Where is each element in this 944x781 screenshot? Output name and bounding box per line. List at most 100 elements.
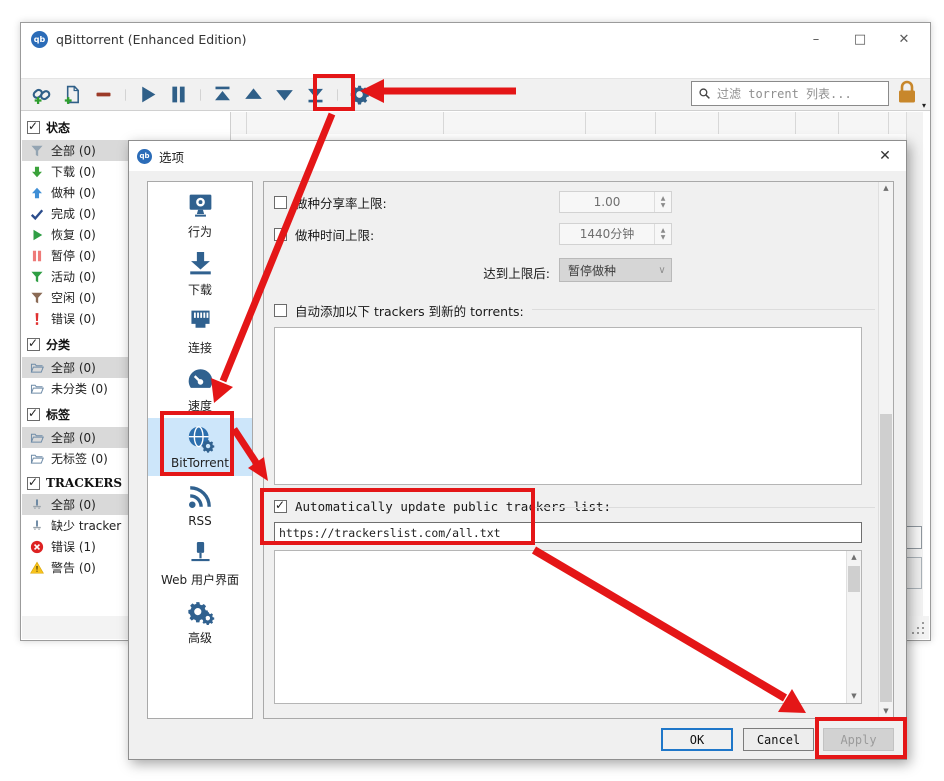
menu-item[interactable] xyxy=(95,65,117,69)
toolbar-icon[interactable] xyxy=(26,82,57,108)
limit-action-dropdown[interactable]: 暂停做种 ∨ xyxy=(559,258,672,282)
table-column-header[interactable] xyxy=(231,112,247,134)
options-nav-item[interactable]: Web 用户界面 xyxy=(148,534,252,592)
toolbar-icon[interactable] xyxy=(300,82,331,108)
categories-section-checkbox[interactable] xyxy=(27,338,40,351)
filter-item-label: 错误 (0) xyxy=(51,310,96,327)
seed-time-limit-row: 做种时间上限: xyxy=(274,225,374,244)
filter-item-label: 全部 (0) xyxy=(51,142,96,159)
table-column-header[interactable] xyxy=(444,112,586,134)
seed-ratio-spinbox[interactable]: 1.00 ▲▼ xyxy=(559,191,672,213)
qbittorrent-logo-icon: qb xyxy=(31,31,48,48)
scroll-down-icon[interactable]: ▼ xyxy=(879,705,893,718)
torrent-table-header xyxy=(231,112,923,135)
search-input[interactable]: 过滤 torrent 列表... xyxy=(691,81,889,106)
tracker-url-line xyxy=(281,665,841,693)
scrollbar-button[interactable] xyxy=(905,526,922,549)
table-column-header[interactable] xyxy=(796,112,839,134)
filter-item-label: 未分类 (0) xyxy=(51,380,108,397)
scroll-down-icon[interactable]: ▼ xyxy=(847,690,861,703)
auto-add-trackers-checkbox[interactable] xyxy=(274,304,287,317)
filter-item-label: 缺少 tracker xyxy=(51,517,121,534)
options-nav-item[interactable]: BitTorrent xyxy=(148,418,252,476)
trackers-list-url-input[interactable] xyxy=(274,522,862,543)
menu-item[interactable] xyxy=(117,65,139,69)
toolbar-icon[interactable] xyxy=(207,82,238,108)
settings-scrollbar[interactable]: ▲ ▼ xyxy=(878,182,893,718)
options-nav-item[interactable]: RSS xyxy=(148,476,252,534)
toolbar-icon[interactable] xyxy=(57,82,88,108)
tracker-url-line xyxy=(281,693,841,704)
filter-item-label: 下载 (0) xyxy=(51,163,96,180)
options-nav-item[interactable]: 高级 xyxy=(148,592,252,650)
table-column-header[interactable] xyxy=(247,112,444,134)
options-nav-item[interactable]: 连接 xyxy=(148,302,252,360)
spin-down-icon[interactable]: ▼ xyxy=(661,203,666,209)
cancel-button[interactable]: Cancel xyxy=(743,728,814,751)
scrollbar-thumb[interactable] xyxy=(848,566,860,592)
toolbar-icon-glyph xyxy=(331,84,344,106)
filter-item-label: 活动 (0) xyxy=(51,268,96,285)
apply-button[interactable]: Apply xyxy=(823,728,894,751)
toolbar-icon[interactable] xyxy=(119,82,132,108)
options-nav-icon xyxy=(186,597,215,626)
section-title: TRACKERS xyxy=(46,476,122,490)
toolbar-icon[interactable] xyxy=(132,82,163,108)
close-button[interactable]: ✕ xyxy=(882,23,926,56)
toolbar-icon[interactable] xyxy=(163,82,194,108)
toolbar-icon[interactable] xyxy=(88,82,119,108)
dialog-close-button[interactable]: ✕ xyxy=(870,145,900,167)
options-nav-item[interactable]: 下载 xyxy=(148,244,252,302)
listbox-scrollbar[interactable]: ▲ ▼ xyxy=(846,551,861,703)
lock-icon[interactable]: ▾ xyxy=(895,79,923,108)
filter-item-icon xyxy=(30,249,44,263)
menu-item[interactable] xyxy=(51,65,73,69)
table-column-header[interactable] xyxy=(656,112,719,134)
filter-item-icon xyxy=(30,228,44,242)
scroll-up-icon[interactable]: ▲ xyxy=(879,182,893,195)
table-column-header[interactable] xyxy=(719,112,796,134)
public-trackers-listbox[interactable]: ▲ ▼ xyxy=(274,550,862,704)
maximize-button[interactable]: □ xyxy=(838,23,882,56)
auto-add-trackers-textarea[interactable] xyxy=(274,327,862,485)
auto-update-trackers-checkbox[interactable] xyxy=(274,500,287,513)
minimize-button[interactable]: – xyxy=(794,23,838,56)
toolbar-icon[interactable] xyxy=(194,82,207,108)
spin-up-icon[interactable]: ▲ xyxy=(661,196,666,202)
menu-item[interactable] xyxy=(73,65,95,69)
scroll-up-icon[interactable]: ▲ xyxy=(847,551,861,564)
options-nav-label: Web 用户界面 xyxy=(161,571,239,588)
trackers-section-checkbox[interactable] xyxy=(27,477,40,490)
seed-ratio-limit-checkbox[interactable] xyxy=(274,196,287,209)
seed-ratio-limit-row: 做种分享率上限: xyxy=(274,193,387,212)
ok-button[interactable]: OK xyxy=(661,728,733,751)
scrollbar-thumb[interactable] xyxy=(905,557,922,589)
table-column-header[interactable] xyxy=(586,112,656,134)
options-nav-list: 行为 下载 连接 速度 BitTorrent RSS xyxy=(147,181,253,719)
toolbar-icon[interactable] xyxy=(238,82,269,108)
seed-time-spinbox[interactable]: 1440分钟 ▲▼ xyxy=(559,223,672,245)
filter-item-icon xyxy=(30,186,44,200)
toolbar-icon[interactable] xyxy=(331,82,344,108)
section-title: 标签 xyxy=(46,406,70,423)
toolbar-icon[interactable] xyxy=(344,82,375,108)
tags-section-checkbox[interactable] xyxy=(27,408,40,421)
dialog-titlebar[interactable]: qb 选项 xyxy=(129,141,906,171)
resize-grip[interactable] xyxy=(910,620,924,634)
scrollbar-thumb[interactable] xyxy=(880,414,892,702)
options-nav-item[interactable]: 速度 xyxy=(148,360,252,418)
spin-up-icon[interactable]: ▲ xyxy=(661,228,666,234)
seed-time-limit-checkbox[interactable] xyxy=(274,228,287,241)
menu-item[interactable] xyxy=(29,65,51,69)
seed-ratio-limit-label: 做种分享率上限: xyxy=(295,193,387,212)
toolbar-icon-glyph xyxy=(137,84,158,105)
window-titlebar[interactable]: qb qBittorrent (Enhanced Edition) – □ ✕ xyxy=(21,23,930,56)
chevron-down-icon: ∨ xyxy=(653,265,671,276)
filter-item-icon xyxy=(30,431,44,445)
table-column-header[interactable] xyxy=(839,112,889,134)
status-section-checkbox[interactable] xyxy=(27,121,40,134)
options-nav-item[interactable]: 行为 xyxy=(148,186,252,244)
toolbar-icon[interactable] xyxy=(269,82,300,108)
filter-item-label: 错误 (1) xyxy=(51,538,96,555)
spin-down-icon[interactable]: ▼ xyxy=(661,235,666,241)
